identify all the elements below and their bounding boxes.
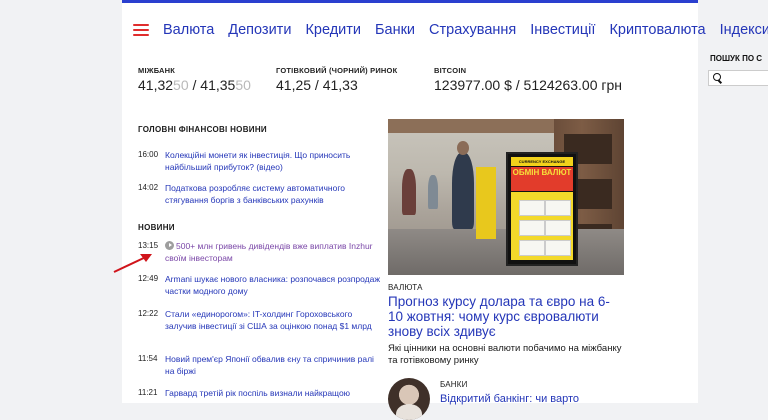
news-link[interactable]: Новий прем'єр Японії обвалив єну та спри… xyxy=(165,353,380,377)
exchange-sign: CURRENCY EXCHANGE ОБМІН ВАЛЮТ xyxy=(506,152,578,266)
search-icon[interactable] xyxy=(713,73,721,81)
rate-value: 41,3250 / 41,3550 xyxy=(138,77,251,93)
rate-label: МІЖБАНК xyxy=(138,66,176,75)
featured-title[interactable]: Прогноз курсу долара та євро на 6-10 жов… xyxy=(388,294,624,339)
secondary-title[interactable]: Відкритий банкінг: чи варто xyxy=(440,393,630,405)
menu-icon[interactable] xyxy=(133,24,149,36)
nav-item-credits[interactable]: Кредити xyxy=(305,22,361,38)
news-link[interactable]: Стали «единорогом»: IT-холдинг Гороховсь… xyxy=(165,308,380,332)
video-play-icon xyxy=(165,241,174,250)
rate-value: 41,25 / 41,33 xyxy=(276,77,358,93)
main-news-heading: ГОЛОВНІ ФІНАНСОВІ НОВИНИ xyxy=(138,125,267,134)
news-link[interactable]: Податкова розробляє систему автоматичног… xyxy=(165,182,380,206)
nav-item-insurance[interactable]: Страхування xyxy=(429,22,516,38)
rate-value: 123977.00 $ / 5124263.00 грн xyxy=(434,77,623,93)
news-time: 14:02 xyxy=(138,183,159,192)
search-label: ПОШУК ПО С xyxy=(710,54,763,63)
news-link[interactable]: Колекційні монети як інвестиція. Що прин… xyxy=(165,149,380,173)
news-time: 11:54 xyxy=(138,354,158,363)
rate-cash-market[interactable]: ГОТІВКОВИЙ (ЧОРНИЙ) РИНОК 41,25 / 41,33 xyxy=(276,66,397,93)
page-content: Валюта Депозити Кредити Банки Страхуванн… xyxy=(122,0,768,420)
news-link[interactable]: Гарвард третій рік поспіль визнали найкр… xyxy=(165,387,380,399)
rate-label: ГОТІВКОВИЙ (ЧОРНИЙ) РИНОК xyxy=(276,66,398,75)
annotation-arrow-icon xyxy=(113,254,152,273)
search-widget: ПОШУК ПО С xyxy=(698,46,768,106)
nav-item-currency[interactable]: Валюта xyxy=(163,22,214,38)
nav-item-investments[interactable]: Інвестиції xyxy=(530,22,595,38)
rate-interbank[interactable]: МІЖБАНК 41,3250 / 41,3550 xyxy=(138,66,251,93)
nav-item-crypto[interactable]: Криптовалюта xyxy=(609,22,705,38)
top-nav: Валюта Депозити Кредити Банки Страхуванн… xyxy=(122,0,768,58)
secondary-category[interactable]: БАНКИ xyxy=(440,380,468,389)
news-time: 11:21 xyxy=(138,388,158,397)
author-avatar[interactable] xyxy=(388,378,430,420)
nav-item-deposits[interactable]: Депозити xyxy=(228,22,291,38)
news-link[interactable]: 500+ млн гривень дивідендів вже виплатив… xyxy=(165,240,380,264)
featured-subtitle: Які цінники на основні валюти побачимо н… xyxy=(388,343,622,366)
news-time: 12:22 xyxy=(138,309,159,318)
rate-bitcoin[interactable]: BITCOIN 123977.00 $ / 5124263.00 грн xyxy=(434,66,622,93)
news-time: 16:00 xyxy=(138,150,159,159)
rate-label: BITCOIN xyxy=(434,66,467,75)
nav-item-indices[interactable]: Індекси xyxy=(720,22,768,38)
news-link[interactable]: Armani шукає нового власника: розпочався… xyxy=(165,273,380,297)
featured-news-image[interactable]: CURRENCY EXCHANGE ОБМІН ВАЛЮТ xyxy=(388,119,624,275)
nav-item-banks[interactable]: Банки xyxy=(375,22,415,38)
featured-category[interactable]: ВАЛЮТА xyxy=(388,283,423,292)
news-heading: НОВИНИ xyxy=(138,223,175,232)
nav-menu: Валюта Депозити Кредити Банки Страхуванн… xyxy=(163,22,768,38)
